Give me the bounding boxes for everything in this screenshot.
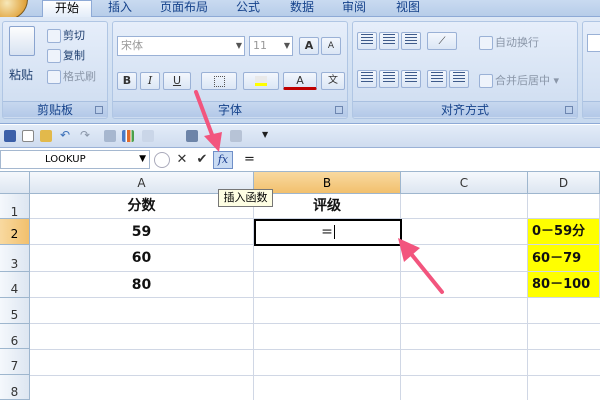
arrow-head-1: [204, 132, 222, 152]
arrow-shaft-1: [194, 90, 216, 142]
annotation-arrows: [194, 90, 444, 294]
arrow-to-active-cell: [398, 238, 444, 294]
arrow-shaft-2: [406, 248, 444, 294]
arrow-to-fx-icon: [194, 90, 222, 152]
